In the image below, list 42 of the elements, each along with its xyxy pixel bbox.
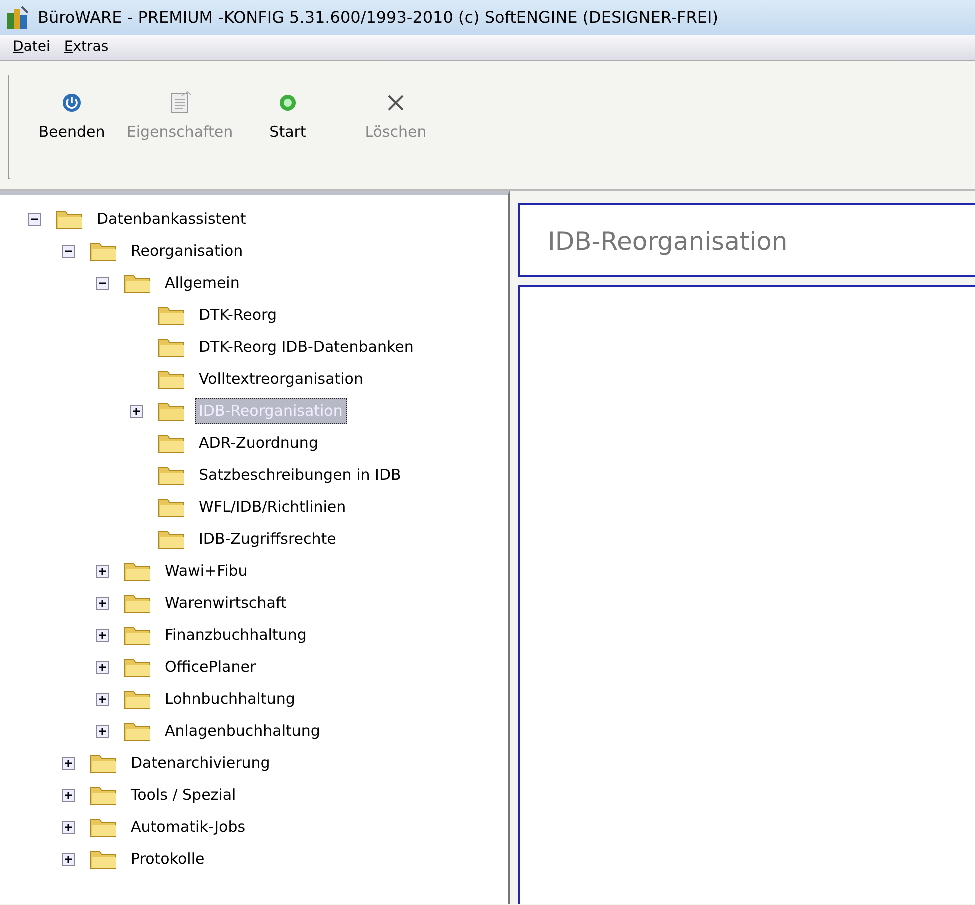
expand-icon[interactable]: [96, 724, 109, 738]
tree-item[interactable]: Volltextreorganisation: [195, 366, 368, 392]
expand-icon[interactable]: [130, 404, 143, 418]
tree-item[interactable]: Reorganisation: [127, 238, 248, 264]
collapse-icon[interactable]: [28, 212, 41, 226]
expand-icon[interactable]: [96, 596, 109, 610]
tree-item[interactable]: Warenwirtschaft: [161, 590, 291, 616]
tree-item[interactable]: Datenbankassistent: [93, 206, 250, 232]
detail-title: IDB-Reorganisation: [548, 227, 788, 256]
tree-item[interactable]: Allgemein: [161, 270, 244, 296]
menu-item[interactable]: Datei: [6, 37, 58, 58]
expand-icon[interactable]: [62, 756, 75, 770]
tree-item[interactable]: OfficePlaner: [161, 654, 260, 680]
tree-item[interactable]: Tools / Spezial: [127, 782, 240, 808]
toolbar-button[interactable]: Start: [234, 91, 342, 165]
expand-icon[interactable]: [96, 564, 109, 578]
tree-item[interactable]: WFL/IDB/Richtlinien: [195, 494, 350, 520]
tree-item[interactable]: Protokolle: [127, 846, 209, 872]
app-logo-icon: [4, 4, 30, 30]
tree-item[interactable]: Anlagenbuchhaltung: [161, 718, 324, 744]
tree-item[interactable]: IDB-Zugriffsrechte: [195, 526, 340, 552]
toolbar-button[interactable]: Beenden: [18, 91, 126, 165]
tree-item[interactable]: Wawi+Fibu: [161, 558, 252, 584]
expand-icon[interactable]: [62, 820, 75, 834]
collapse-icon[interactable]: [96, 276, 109, 290]
collapse-icon[interactable]: [62, 244, 75, 258]
tree-item[interactable]: Finanzbuchhaltung: [161, 622, 311, 648]
power-icon: [60, 91, 84, 115]
tree-item[interactable]: ADR-Zuordnung: [195, 430, 322, 456]
expand-icon[interactable]: [96, 628, 109, 642]
menu-item[interactable]: Extras: [57, 37, 116, 58]
tree-item[interactable]: Lohnbuchhaltung: [161, 686, 300, 712]
expand-icon[interactable]: [62, 788, 75, 802]
tree-item[interactable]: DTK-Reorg IDB-Datenbanken: [195, 334, 418, 360]
expand-icon[interactable]: [96, 660, 109, 674]
expand-icon[interactable]: [96, 692, 109, 706]
tree-item[interactable]: Satzbeschreibungen in IDB: [195, 462, 406, 488]
tree-item[interactable]: Datenarchivierung: [127, 750, 274, 776]
tree-item[interactable]: Automatik-Jobs: [127, 814, 250, 840]
tree-item[interactable]: DTK-Reorg: [195, 302, 281, 328]
expand-icon[interactable]: [62, 852, 75, 866]
window-title: BüroWARE - PREMIUM -KONFIG 5.31.600/1993-2010 (c) SoftENGINE (DESIGNER-FREI): [38, 6, 718, 28]
